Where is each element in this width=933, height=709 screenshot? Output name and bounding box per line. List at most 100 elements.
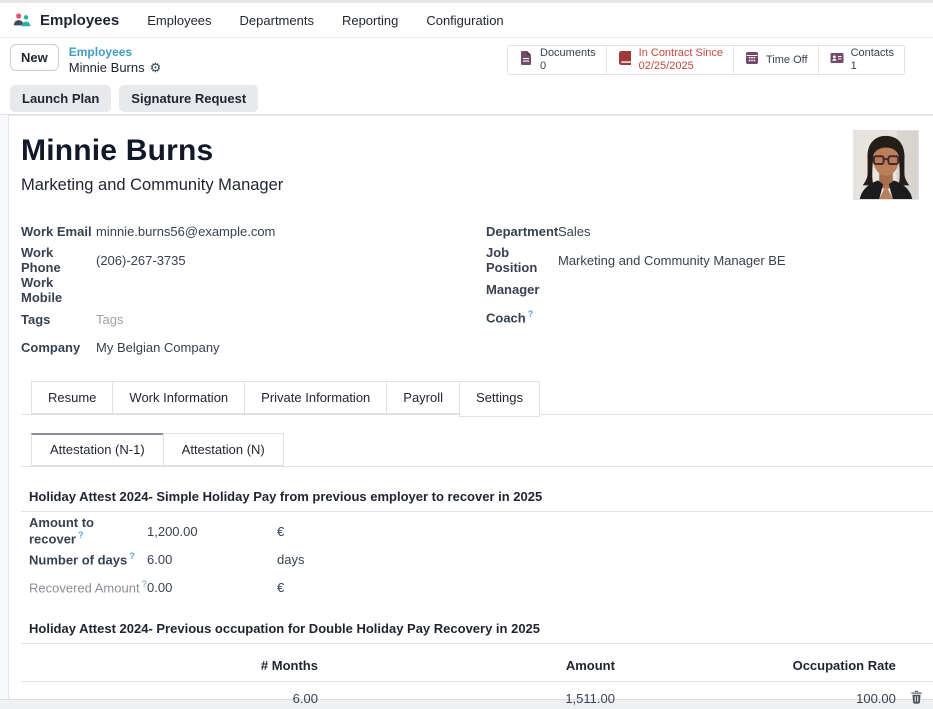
employee-photo[interactable] [853,130,919,200]
statusbar: Launch Plan Signature Request [0,82,933,115]
actions-column-header [900,650,933,682]
tab-private-information[interactable]: Private Information [244,381,387,414]
amount-column-header[interactable]: Amount [322,650,619,682]
simple-holiday-pay-section: Holiday Attest 2024- Simple Holiday Pay … [21,481,933,603]
number-of-days-input[interactable]: 6.00 [147,552,277,567]
company-label: Company [21,340,96,355]
fields-right-column: Department Sales Job Position Marketing … [486,217,933,361]
trash-icon [910,692,923,707]
contract-since-label: In Contract Since [639,47,723,60]
amount-to-recover-input[interactable]: 1,200.00 [147,524,277,539]
amount-cell[interactable]: 1,511.00 [322,682,619,709]
nav-item-reporting[interactable]: Reporting [342,13,398,28]
gear-icon[interactable]: ⚙ [150,60,162,76]
table-header-row: # Months Amount Occupation Rate [21,650,933,682]
control-panel: New Employees Minnie Burns ⚙ [0,38,933,82]
work-phone-value[interactable]: (206)-267-3735 [96,253,186,268]
time-off-label: Time Off [766,54,808,67]
occupation-rate-column-header[interactable]: Occupation Rate [619,650,900,682]
nav-item-configuration[interactable]: Configuration [426,13,503,28]
table-row[interactable]: 6.00 1,511.00 100.00 [21,682,933,709]
subtab-attestation-n1[interactable]: Attestation (N-1) [31,433,164,466]
field-company: Company My Belgian Company [21,333,486,361]
tab-payroll[interactable]: Payroll [386,381,460,414]
nav-item-departments[interactable]: Departments [240,13,314,28]
contacts-count: 1 [851,60,894,73]
department-label: Department [486,224,558,239]
breadcrumb: Employees Minnie Burns ⚙ [69,44,162,76]
work-mobile-label: Work Mobile [21,275,96,305]
app-switcher[interactable]: Employees [12,10,119,30]
document-icon [518,50,534,71]
field-work-mobile: Work Mobile [21,275,486,305]
nav-menu: Employees Departments Reporting Configur… [147,13,503,28]
company-value[interactable]: My Belgian Company [96,340,220,355]
help-icon: ? [142,579,147,589]
currency-unit: € [277,524,284,539]
manager-label: Manager [486,282,558,297]
help-icon: ? [129,551,135,561]
field-job-position: Job Position Marketing and Community Man… [486,245,933,275]
double-holiday-pay-section: Holiday Attest 2024- Previous occupation… [21,613,933,709]
amount-to-recover-label: Amount to recover? [29,515,147,546]
coach-label: Coach? [486,309,558,325]
simple-holiday-pay-title: Holiday Attest 2024- Simple Holiday Pay … [21,481,933,512]
amount-to-recover-row: Amount to recover? 1,200.00 € [29,517,933,545]
attestation-subtabs: Attestation (N-1) Attestation (N) [21,433,933,467]
field-tags: Tags Tags [21,305,486,333]
main-navbar: Employees Employees Departments Reportin… [0,3,933,38]
contract-since-date: 02/25/2025 [639,60,723,73]
nav-item-employees[interactable]: Employees [147,13,211,28]
tags-label: Tags [21,312,96,327]
contacts-stat-button[interactable]: Contacts 1 [818,46,904,74]
contacts-label: Contacts [851,47,894,60]
new-button[interactable]: New [10,44,59,71]
job-position-label: Job Position [486,245,558,275]
work-phone-label: Work Phone [21,245,96,275]
department-value[interactable]: Sales [558,224,591,239]
field-work-phone: Work Phone (206)-267-3735 [21,245,486,275]
employee-form-sheet: Minnie Burns Marketing and Community Man… [8,115,933,699]
employee-job-title[interactable]: Marketing and Community Manager [21,176,933,195]
recovered-amount-label: Recovered Amount? [29,579,147,595]
breadcrumb-employees-link[interactable]: Employees [69,45,162,60]
months-column-header[interactable]: # Months [21,650,322,682]
field-manager: Manager [486,275,933,303]
launch-plan-button[interactable]: Launch Plan [10,85,111,112]
work-email-value[interactable]: minnie.burns56@example.com [96,224,275,239]
recovered-amount-value: 0.00 [147,580,277,595]
contract-stat-button[interactable]: In Contract Since 02/25/2025 [606,46,733,74]
breadcrumb-current-record: Minnie Burns [69,60,145,76]
calendar-icon [744,50,760,71]
recovered-amount-row: Recovered Amount? 0.00 € [29,573,933,601]
address-card-icon [829,50,845,71]
field-work-email: Work Email minnie.burns56@example.com [21,217,486,245]
employee-fields: Work Email minnie.burns56@example.com Wo… [21,217,933,361]
stat-button-group: Documents 0 In Contract Since 02/25/2025 [507,45,905,75]
number-of-days-row: Number of days? 6.00 days [29,545,933,573]
sheet-background: Minnie Burns Marketing and Community Man… [0,115,933,699]
double-holiday-pay-title: Holiday Attest 2024- Previous occupation… [21,613,933,644]
occupation-rate-cell[interactable]: 100.00 [619,682,900,709]
documents-label: Documents [540,47,596,60]
days-unit: days [277,552,304,567]
time-off-stat-button[interactable]: Time Off [733,46,818,74]
tags-input[interactable]: Tags [96,312,123,327]
employees-app-icon [12,10,32,30]
months-cell[interactable]: 6.00 [21,682,322,709]
signature-request-button[interactable]: Signature Request [119,85,258,112]
tab-work-information[interactable]: Work Information [112,381,245,414]
subtab-attestation-n[interactable]: Attestation (N) [163,433,284,466]
number-of-days-label: Number of days? [29,551,147,567]
job-position-value[interactable]: Marketing and Community Manager BE [558,253,786,268]
previous-occupation-table: # Months Amount Occupation Rate 6.00 1,5… [21,650,933,709]
tab-resume[interactable]: Resume [31,381,113,414]
employee-name[interactable]: Minnie Burns [21,134,933,168]
help-icon: ? [78,530,84,540]
delete-row-button[interactable] [900,682,933,709]
tab-settings[interactable]: Settings [459,381,540,417]
work-email-label: Work Email [21,224,96,239]
app-window: Employees Employees Departments Reportin… [0,0,933,709]
documents-stat-button[interactable]: Documents 0 [508,46,606,74]
documents-count: 0 [540,60,596,73]
